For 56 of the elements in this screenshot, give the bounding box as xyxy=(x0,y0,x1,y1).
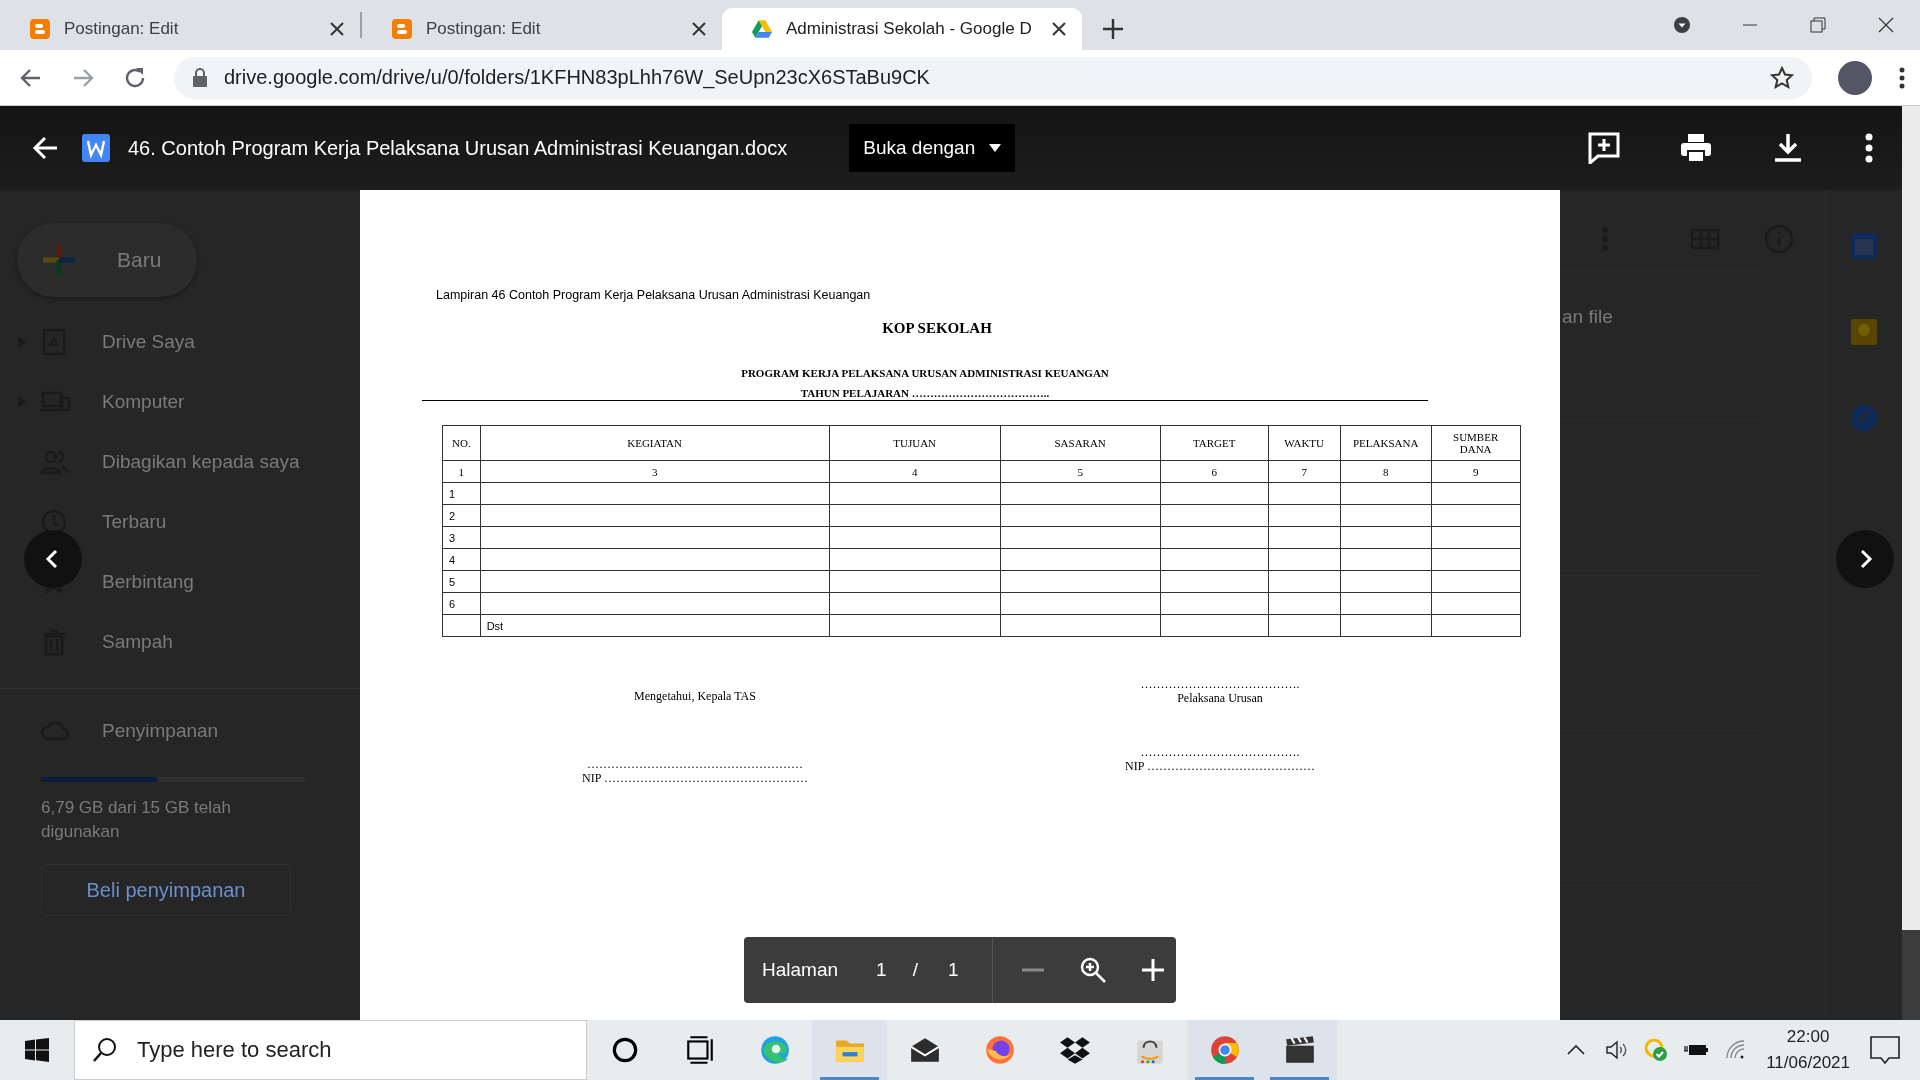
column-header: KEGIATAN xyxy=(480,425,830,461)
file-name: 46. Contoh Program Kerja Pelaksana Urusan Administrasi Keuangan.docx xyxy=(128,136,788,160)
document-caption: Lampiran 46 Contoh Program Kerja Pelaksana Urusan Administrasi Keuangan xyxy=(436,288,872,302)
page-separator: / xyxy=(912,959,918,981)
document-title: PROGRAM KERJA PELAKSANA URUSAN ADMINISTRASI KEUANGAN xyxy=(741,367,1109,379)
page-label: Halaman xyxy=(762,959,839,981)
signature-line: ……………………………………………… xyxy=(587,757,803,771)
table-cell: 6 xyxy=(442,592,481,615)
sidebar-item[interactable]: Komputer xyxy=(0,372,360,432)
table-cell: 5 xyxy=(1000,460,1161,483)
signature-text: Pelaksana Urusan xyxy=(1177,691,1263,705)
column-header: NO. xyxy=(442,425,481,461)
academic-year-line: TAHUN PELAJARAN ……………………………….. xyxy=(800,387,1050,399)
column-header: TUJUAN xyxy=(829,425,1001,461)
sidebar-item[interactable]: Dibagikan kepada saya xyxy=(0,432,360,492)
table-cell: 2 xyxy=(442,504,481,527)
table-cell: 1 xyxy=(442,460,481,483)
table-cell: 1 xyxy=(442,482,481,505)
sidebar-item[interactable]: Penyimpanan xyxy=(0,701,360,761)
table-cell: 4 xyxy=(442,548,481,571)
storage-usage-text: 6,79 GB dari 15 GB telah digunakan xyxy=(41,797,232,843)
column-header: SUMBER DANA xyxy=(1431,425,1521,461)
letterhead: KOP SEKOLAH xyxy=(882,320,992,337)
nip-line: NIP …………………………………… xyxy=(1125,759,1315,773)
column-header: an file xyxy=(1562,306,1613,328)
table-cell: 8 xyxy=(1340,460,1432,483)
table-cell: 6 xyxy=(1160,460,1269,483)
table-cell: Dst xyxy=(480,614,830,637)
column-header: SASARAN xyxy=(1000,425,1161,461)
table-cell: 3 xyxy=(480,460,830,483)
total-pages: 1 xyxy=(947,959,959,981)
table-cell: 9 xyxy=(1431,460,1521,483)
column-header: TARGET xyxy=(1160,425,1269,461)
buy-storage-button[interactable]: Beli penyimpanan xyxy=(41,864,291,916)
taskbar-search-field[interactable]: Type here to search xyxy=(74,1020,587,1080)
column-header: PELAKSANA xyxy=(1340,425,1432,461)
browser-tab[interactable]: Postingan: Edit xyxy=(0,8,360,50)
url-text: drive.google.com/drive/u/0/folders/1KFHN83pLhh76W_SeUpn23cX6STaBu9CK xyxy=(224,66,931,89)
signature-text: Mengetahui, Kepala TAS xyxy=(634,689,756,703)
column-header: WAKTU xyxy=(1268,425,1341,461)
table-cell: 4 xyxy=(829,460,1001,483)
open-with-button[interactable]: Buka dengan xyxy=(849,124,1016,172)
signature-line: …………………………………. xyxy=(1140,745,1300,759)
sidebar-item[interactable]: Drive Saya xyxy=(0,312,360,372)
taskbar-clock[interactable]: 22:00 11/06/2021 xyxy=(1766,1024,1850,1076)
browser-tab[interactable]: Administrasi Sekolah - Google D xyxy=(722,8,1082,50)
table-cell: 7 xyxy=(1268,460,1341,483)
nip-line: NIP …………………………………………… xyxy=(582,771,808,785)
new-button[interactable]: Baru xyxy=(17,223,197,297)
browser-tab[interactable]: Postingan: Edit xyxy=(362,8,722,50)
signature-text: …………………………………. xyxy=(1140,677,1300,691)
table-cell: 5 xyxy=(442,570,481,593)
table-cell: 3 xyxy=(442,526,481,549)
address-bar[interactable]: drive.google.com/drive/u/0/folders/1KFHN83pLhh76W_SeUpn23cX6STaBu9CK xyxy=(174,56,1812,99)
sidebar-item[interactable]: Sampah xyxy=(0,612,360,672)
current-page[interactable]: 1 xyxy=(876,959,887,981)
